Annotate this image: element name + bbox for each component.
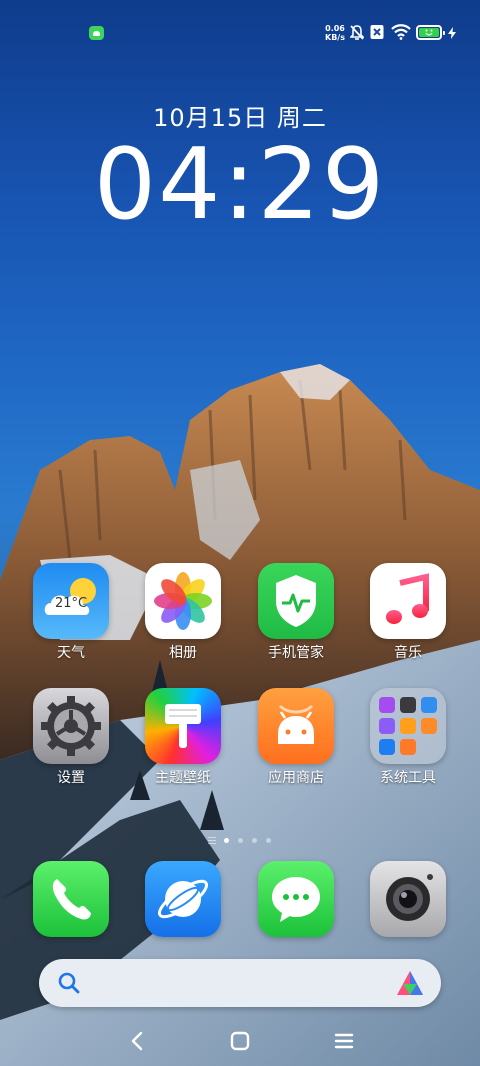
gear-icon[interactable] — [33, 688, 109, 764]
ai-assistant-icon[interactable] — [395, 969, 425, 997]
recents-icon[interactable] — [331, 1028, 357, 1054]
camera-lens-graphic — [386, 874, 433, 921]
app-label-themes: 主题壁纸 — [155, 770, 211, 786]
network-speed: 0.06 KB/s — [323, 24, 347, 42]
network-speed-unit: KB/s — [325, 33, 345, 42]
dock-browser[interactable] — [128, 861, 238, 937]
android-store-icon[interactable] — [258, 688, 334, 764]
app-label-app-store: 应用商店 — [268, 770, 324, 786]
browser-icon[interactable] — [145, 861, 221, 937]
app-music[interactable]: 音乐 — [353, 563, 463, 662]
battery-face-glyph — [425, 29, 433, 36]
back-icon[interactable] — [124, 1028, 150, 1054]
themes-brush-graphic — [165, 704, 201, 748]
photos-icon[interactable] — [145, 563, 221, 639]
dock-messages[interactable] — [241, 861, 351, 937]
time-display[interactable]: 04:29 — [0, 130, 480, 240]
app-security[interactable]: 手机管家 — [241, 563, 351, 662]
messages-bubble-graphic — [272, 877, 320, 922]
camera-icon[interactable] — [370, 861, 446, 937]
browser-planet-graphic — [157, 879, 209, 919]
charging-bolt-icon — [448, 27, 456, 39]
app-label-security: 手机管家 — [268, 645, 324, 661]
menu-lines-icon — [208, 837, 216, 844]
photos-flower-graphic — [154, 572, 212, 630]
page-dot[interactable] — [224, 838, 229, 843]
app-themes[interactable]: 主题壁纸 — [128, 688, 238, 787]
shield-icon[interactable] — [258, 563, 334, 639]
app-store-android-graphic — [278, 704, 314, 744]
app-weather[interactable]: 21°C 天气 — [16, 563, 126, 662]
weather-temperature: 21°C — [54, 596, 88, 611]
battery-charging-icon — [416, 25, 445, 40]
app-settings[interactable]: 设置 — [16, 688, 126, 787]
home-icon[interactable] — [227, 1028, 253, 1054]
page-indicator[interactable] — [0, 836, 480, 846]
security-shield-graphic — [276, 575, 316, 627]
app-label-settings: 设置 — [57, 770, 85, 786]
navigation-bar — [0, 1020, 480, 1060]
search-icon[interactable] — [58, 972, 80, 994]
music-note-graphic — [386, 573, 429, 624]
network-speed-value: 0.06 — [325, 24, 345, 33]
app-label-photos: 相册 — [169, 645, 197, 661]
messages-icon[interactable] — [258, 861, 334, 937]
wifi-icon — [391, 24, 411, 40]
phone-icon[interactable] — [33, 861, 109, 937]
app-app-store[interactable]: 应用商店 — [241, 688, 351, 787]
page-dot[interactable] — [266, 838, 271, 843]
folder-system-tools[interactable]: 系统工具 — [353, 688, 463, 787]
dock-phone[interactable] — [16, 861, 126, 937]
settings-gear-graphic — [41, 696, 101, 756]
android-notification-icon — [89, 26, 104, 40]
music-note-icon[interactable] — [370, 563, 446, 639]
sim-disabled-icon — [370, 25, 384, 39]
app-label-music: 音乐 — [394, 645, 422, 661]
weather-icon[interactable]: 21°C — [33, 563, 109, 639]
folder-icon[interactable] — [370, 688, 446, 764]
dock-camera[interactable] — [353, 861, 463, 937]
search-bar[interactable] — [39, 959, 441, 1007]
paint-brush-icon[interactable] — [145, 688, 221, 764]
app-label-weather: 天气 — [57, 645, 85, 661]
notifications-muted-icon — [350, 25, 364, 40]
app-photos[interactable]: 相册 — [128, 563, 238, 662]
status-bar: 0.06 KB/s — [0, 0, 480, 66]
page-dot[interactable] — [252, 838, 257, 843]
page-dot[interactable] — [238, 838, 243, 843]
phone-handset-graphic — [52, 879, 91, 920]
app-label-system-tools: 系统工具 — [380, 770, 436, 786]
folder-mini-apps-graphic — [379, 697, 437, 755]
